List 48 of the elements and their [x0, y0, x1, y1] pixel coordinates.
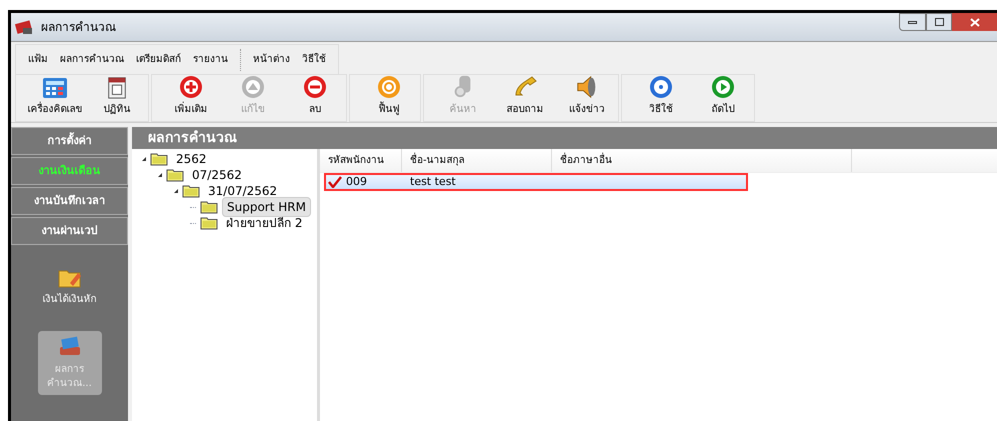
folder-icon: [150, 152, 168, 166]
table-row[interactable]: 009 test test: [324, 173, 748, 191]
menu-item[interactable]: แฟ้ม: [28, 54, 48, 65]
folder-icon: [182, 184, 200, 198]
column-header[interactable]: ชื่อ-นามสกุล: [402, 149, 552, 172]
toolbar-button[interactable]: เครื่องคิดเลข: [24, 75, 86, 121]
tree-item[interactable]: 2562: [172, 150, 211, 168]
toolbar-button[interactable]: ถัดไป: [692, 75, 754, 121]
folder-icon: [200, 200, 218, 214]
toolbar-button[interactable]: ลบ: [284, 75, 346, 121]
maximize-button[interactable]: [926, 13, 952, 31]
sidebar-section[interactable]: งานผ่านเวป: [11, 217, 128, 245]
close-button[interactable]: [952, 13, 997, 31]
expander-icon[interactable]: [142, 157, 146, 161]
minimize-button[interactable]: [899, 13, 926, 31]
toolbar-button[interactable]: ปฏิทิน: [86, 75, 148, 121]
tree-item[interactable]: 07/2562: [188, 166, 246, 184]
menu-item[interactable]: ผลการคำนวณ: [60, 54, 124, 65]
table-cell-text: 009: [346, 174, 367, 190]
play-icon: [711, 75, 735, 99]
expander-icon[interactable]: [174, 189, 178, 193]
folder-icon: [200, 216, 218, 230]
toolbar-button[interactable]: แจ้งข่าว: [556, 75, 618, 121]
window-title: ผลการคำนวณ: [41, 19, 116, 36]
toolbar-button[interactable]: วิธีใช้: [630, 75, 692, 121]
tree-item[interactable]: Support HRM: [222, 197, 311, 217]
minus-icon: [303, 75, 327, 99]
column-header[interactable]: ชื่อภาษาอื่น: [552, 149, 852, 172]
app-logo-icon: [15, 19, 33, 35]
menu-item[interactable]: เตรียมดิสก์: [136, 54, 181, 65]
column-header[interactable]: รหัสพนักงาน: [320, 149, 402, 172]
close-icon: [970, 18, 980, 26]
sidebar-section[interactable]: งานบันทึกเวลา: [11, 187, 128, 215]
table-cell-text: test test: [409, 174, 457, 190]
plus-icon: [179, 75, 203, 99]
calculator-icon: [42, 77, 68, 99]
toolbar-button[interactable]: เพิ่มเติม: [160, 75, 222, 121]
expander-icon[interactable]: [158, 173, 162, 177]
menu-item[interactable]: วิธีใช้: [302, 54, 326, 65]
menu-item[interactable]: รายงาน: [193, 54, 228, 65]
tree-item[interactable]: 31/07/2562: [204, 182, 282, 200]
folder-icon: [166, 168, 184, 182]
menu-item[interactable]: หน้าต่าง: [253, 52, 290, 67]
panel-header: ผลการคำนวณ: [132, 127, 997, 149]
tree-item[interactable]: ฝ่ายขายปลีก 2: [222, 214, 306, 232]
sidebar-item[interactable]: เงินได้เงินหัก: [38, 263, 102, 311]
toolbar-button[interactable]: สอบถาม: [494, 75, 556, 121]
sidebar-section[interactable]: การตั้งค่า: [11, 127, 128, 155]
